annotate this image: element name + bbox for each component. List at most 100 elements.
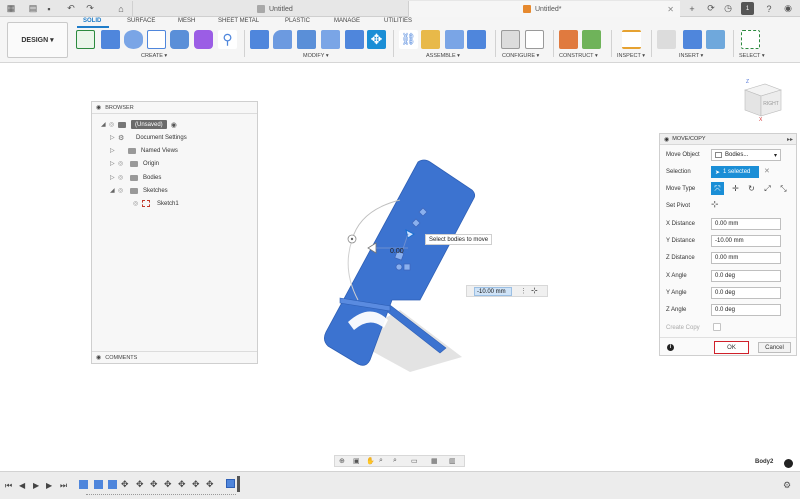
move-copy-icon[interactable]: ✥ bbox=[367, 30, 386, 49]
tree-root[interactable]: ◢ ◎ (Unsaved) ◉ bbox=[101, 119, 177, 130]
tab-utilities[interactable]: UTILITIES bbox=[384, 18, 412, 24]
tree-item-origin[interactable]: ▷ ◎ Origin bbox=[110, 158, 159, 169]
timeline-move-feature[interactable]: ✥ bbox=[164, 479, 172, 490]
insert-canvas-icon[interactable] bbox=[706, 30, 725, 49]
timeline-move-feature[interactable]: ✥ bbox=[192, 479, 200, 490]
viewcube[interactable]: RIGHT Z X bbox=[737, 78, 785, 123]
timeline-move-feature[interactable]: ✥ bbox=[136, 479, 144, 490]
timeline-extrude-feature[interactable] bbox=[108, 480, 117, 489]
fillet-icon[interactable] bbox=[273, 30, 292, 49]
home-icon[interactable]: ⌂ bbox=[114, 2, 128, 15]
free-move-icon[interactable]: ⤧ bbox=[711, 182, 724, 195]
collapse-triangle-icon[interactable]: ◢ bbox=[101, 121, 109, 128]
assemble-menu[interactable]: ASSEMBLE ▾ bbox=[426, 53, 460, 59]
rotate-icon[interactable]: ↻ bbox=[745, 182, 758, 195]
tab-untitled-active[interactable]: Untitled* ✕ bbox=[408, 1, 680, 17]
insert-menu[interactable]: INSERT ▾ bbox=[679, 53, 703, 59]
expand-triangle-icon[interactable]: ▷ bbox=[110, 160, 118, 167]
viewports-icon[interactable]: ▥ bbox=[449, 457, 456, 465]
x-angle-input[interactable]: 0.0 deg bbox=[711, 270, 781, 282]
orbit-icon[interactable]: ⊕ bbox=[339, 457, 345, 465]
look-at-icon[interactable]: ▣ bbox=[353, 457, 360, 465]
go-to-end-icon[interactable]: ⏭ bbox=[60, 481, 67, 491]
timeline-extrude-feature[interactable] bbox=[94, 480, 103, 489]
tree-item-bodies[interactable]: ▷ ◎ Bodies bbox=[110, 172, 161, 183]
tree-item-sketch1[interactable]: ◎ Sketch1 bbox=[133, 198, 179, 209]
notifications-badge[interactable]: 1 bbox=[741, 2, 754, 15]
tree-item-named-views[interactable]: ▷ Named Views bbox=[110, 145, 178, 156]
ok-button[interactable]: OK bbox=[714, 341, 749, 354]
timeline-settings-gear-icon[interactable]: ⚙ bbox=[783, 480, 791, 491]
undo-icon[interactable]: ↶ bbox=[66, 2, 76, 15]
select-icon[interactable] bbox=[741, 30, 760, 49]
help-icon[interactable]: ? bbox=[763, 2, 775, 15]
step-forward-icon[interactable]: ▶ bbox=[46, 481, 52, 490]
timeline-move-feature[interactable]: ✥ bbox=[178, 479, 186, 490]
x-distance-input[interactable]: 0.00 mm bbox=[711, 218, 781, 230]
close-tab-icon[interactable]: ✕ bbox=[667, 5, 674, 14]
tab-manage[interactable]: MANAGE bbox=[334, 18, 360, 24]
new-tab-icon[interactable]: + bbox=[686, 2, 698, 15]
go-to-start-icon[interactable]: ⏮ bbox=[5, 481, 12, 491]
extrude-icon[interactable] bbox=[101, 30, 120, 49]
redo-icon[interactable]: ↷ bbox=[85, 2, 95, 15]
tab-solid[interactable]: SOLID bbox=[83, 18, 101, 24]
tab-plastic[interactable]: PLASTIC bbox=[285, 18, 310, 24]
timeline-marker[interactable] bbox=[237, 476, 240, 492]
offset-plane-icon[interactable] bbox=[559, 30, 578, 49]
timeline-move-feature[interactable]: ✥ bbox=[206, 479, 214, 490]
as-built-joint-icon[interactable] bbox=[445, 30, 464, 49]
timeline-move-feature[interactable]: ✥ bbox=[150, 479, 158, 490]
translate-icon[interactable]: ✛ bbox=[729, 182, 742, 195]
inspect-menu[interactable]: INSPECT ▾ bbox=[617, 53, 645, 59]
tab-sheet-metal[interactable]: SHEET METAL bbox=[218, 18, 259, 24]
save-icon[interactable]: ▪ bbox=[43, 2, 55, 15]
z-distance-input[interactable]: 0.00 mm bbox=[711, 252, 781, 264]
press-pull-icon[interactable] bbox=[250, 30, 269, 49]
model-viewport[interactable]: 0.00 bbox=[300, 150, 480, 380]
more-options-icon[interactable]: ⋮ bbox=[520, 287, 527, 295]
expand-icon[interactable]: ◉ bbox=[96, 354, 101, 361]
create-copy-checkbox[interactable] bbox=[713, 323, 721, 331]
measure-icon[interactable] bbox=[622, 30, 641, 49]
configure-icon[interactable] bbox=[501, 30, 520, 49]
expand-triangle-icon[interactable]: ▷ bbox=[110, 147, 118, 154]
modify-menu[interactable]: MODIFY ▾ bbox=[303, 53, 329, 59]
active-radio-icon[interactable]: ◉ bbox=[171, 121, 177, 129]
y-angle-input[interactable]: 0.0 deg bbox=[711, 287, 781, 299]
z-angle-input[interactable]: 0.0 deg bbox=[711, 304, 781, 316]
status-indicator-icon[interactable] bbox=[784, 459, 793, 468]
clear-selection-icon[interactable]: ✕ bbox=[764, 167, 770, 175]
tree-item-document-settings[interactable]: ▷ ⚙ Document Settings bbox=[110, 132, 187, 143]
expand-triangle-icon[interactable]: ▷ bbox=[110, 174, 118, 181]
timeline-current-feature[interactable] bbox=[226, 479, 235, 488]
pivot-icon[interactable]: ⊹ bbox=[531, 286, 538, 295]
create-menu[interactable]: CREATE ▾ bbox=[141, 53, 167, 59]
collapse-icon[interactable]: ◉ bbox=[664, 136, 669, 143]
set-pivot-icon[interactable]: ⊹ bbox=[711, 199, 719, 210]
play-icon[interactable]: ▶ bbox=[33, 481, 39, 490]
select-menu[interactable]: SELECT ▾ bbox=[739, 53, 765, 59]
revolve-icon[interactable] bbox=[124, 30, 143, 49]
fit-icon[interactable]: ⌕ bbox=[393, 457, 397, 465]
pan-icon[interactable]: ✋ bbox=[366, 457, 375, 465]
sweep-icon[interactable] bbox=[147, 30, 166, 49]
configure-menu[interactable]: CONFIGURE ▾ bbox=[502, 53, 539, 59]
selection-button[interactable]: ➤ 1 selected bbox=[711, 166, 759, 178]
tab-untitled[interactable]: Untitled bbox=[132, 1, 408, 17]
timeline-move-feature[interactable]: ✥ bbox=[121, 479, 129, 490]
chamfer-icon[interactable] bbox=[297, 30, 316, 49]
create-sketch-icon[interactable] bbox=[76, 30, 95, 49]
collapse-triangle-icon[interactable]: ◢ bbox=[110, 187, 118, 194]
y-distance-input[interactable]: -10.00 mm bbox=[711, 235, 781, 247]
display-settings-icon[interactable]: ▭ bbox=[411, 457, 418, 465]
hole-icon[interactable] bbox=[170, 30, 189, 49]
tree-item-sketches[interactable]: ◢ ◎ Sketches bbox=[110, 185, 168, 196]
point-to-point-icon[interactable]: ⤢ bbox=[761, 182, 774, 195]
construct-menu[interactable]: CONSTRUCT ▾ bbox=[559, 53, 598, 59]
timeline-sketch-feature[interactable] bbox=[79, 480, 88, 489]
insert-derive-icon[interactable] bbox=[657, 30, 676, 49]
comments-footer[interactable]: ◉ COMMENTS bbox=[92, 351, 257, 363]
expand-panel-icon[interactable]: ▸▸ bbox=[787, 136, 793, 143]
info-icon[interactable]: i bbox=[667, 344, 674, 351]
